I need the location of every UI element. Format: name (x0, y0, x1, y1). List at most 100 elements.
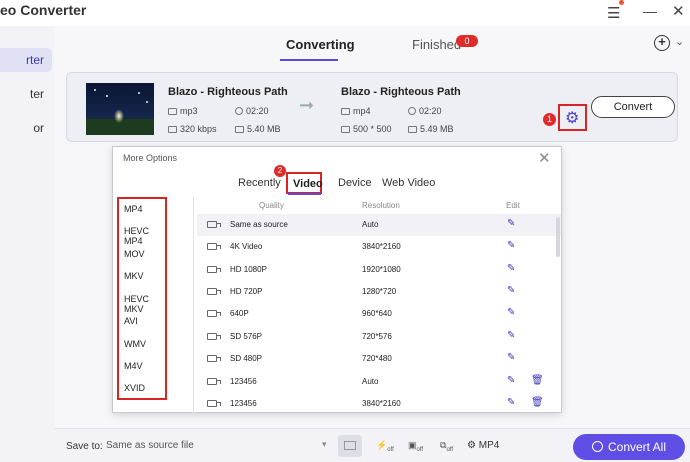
add-file-icon[interactable]: + (654, 35, 670, 51)
source-format-value: mp3 (180, 106, 198, 116)
format-list-highlight: MP4 HEVC MP4 MOV MKV HEVC MKV AVI WMV M4… (117, 197, 167, 400)
merge-toggle[interactable]: ⧉off (440, 440, 453, 453)
format-item-xvid[interactable]: XVID (124, 383, 145, 393)
table-row[interactable]: SD 480P 720*480 ✎ (197, 348, 561, 370)
open-folder-button[interactable] (338, 435, 362, 457)
format-item-hevc-mp4[interactable]: HEVC MP4 (124, 226, 165, 246)
minimize-icon[interactable]: — (643, 3, 657, 19)
chevron-down-icon[interactable]: ▾ (322, 439, 327, 450)
edit-icon[interactable]: ✎ (507, 240, 515, 251)
sidebar-item-3[interactable]: or (0, 116, 52, 140)
close-window-icon[interactable]: ✕ (672, 2, 685, 20)
row-resolution: 1280*720 (362, 287, 397, 296)
tab-finished[interactable]: Finished (412, 37, 461, 52)
tab-active-indicator (280, 59, 338, 61)
column-header-quality: Quality (259, 201, 284, 210)
source-duration: 02:20 (235, 106, 269, 116)
chevron-down-icon[interactable]: ⌄ (675, 35, 684, 48)
convert-all-label: Convert All (607, 440, 667, 454)
format-item-avi[interactable]: AVI (124, 316, 138, 326)
video-icon (207, 310, 221, 317)
edit-icon[interactable]: ✎ (507, 352, 515, 363)
trash-icon[interactable]: 🗑 (531, 375, 544, 386)
source-file-name: Blazo - Righteous Path (168, 86, 288, 98)
video-icon (207, 221, 221, 228)
tab-web-video[interactable]: Web Video (382, 177, 435, 189)
sidebar-item-converter[interactable]: rter (0, 48, 52, 72)
format-item-wmv[interactable]: WMV (124, 339, 146, 349)
step-marker-1: 1 (543, 113, 556, 126)
tab-video[interactable]: Video (293, 178, 323, 190)
gear-icon: ⚙ (467, 440, 476, 451)
gear-icon[interactable]: ⚙ (565, 108, 579, 128)
file-card: Blazo - Righteous Path mp3 02:20 320 kbp… (66, 72, 678, 142)
edit-icon[interactable]: ✎ (507, 218, 515, 229)
format-item-mp4[interactable]: MP4 (124, 204, 143, 214)
scrollbar[interactable] (556, 217, 560, 257)
source-bitrate-value: 320 kbps (180, 124, 217, 134)
target-duration: 02:20 (408, 106, 442, 116)
gpu-acceleration-toggle[interactable]: ⚡off (376, 440, 394, 453)
notification-dot (619, 0, 624, 5)
close-icon[interactable]: ✕ (538, 149, 551, 167)
target-format-value: mp4 (353, 106, 371, 116)
clock-icon (235, 107, 243, 115)
table-row[interactable]: HD 720P 1280*720 ✎ (197, 281, 561, 303)
menu-icon[interactable]: ☰ (607, 4, 620, 22)
output-format-button[interactable]: ⚙ MP4 (467, 440, 499, 451)
resolution-icon (341, 126, 350, 133)
table-row[interactable]: HD 1080P 1920*1080 ✎ (197, 259, 561, 281)
source-size: 5.40 MB (235, 124, 281, 134)
video-thumbnail[interactable] (86, 83, 154, 135)
edit-icon[interactable]: ✎ (507, 330, 515, 341)
convert-all-button[interactable]: Convert All (573, 434, 685, 460)
tool-state: off (387, 446, 394, 453)
row-resolution: 3840*2160 (362, 399, 401, 408)
table-row[interactable]: 123456 3840*2160 ✎ 🗑 (197, 393, 561, 413)
table-row[interactable]: 640P 960*640 ✎ (197, 303, 561, 325)
trash-icon[interactable]: 🗑 (531, 397, 544, 408)
folder-icon (344, 441, 356, 450)
divider (193, 197, 194, 414)
row-quality: SD 576P (230, 332, 263, 341)
row-quality: SD 480P (230, 354, 263, 363)
table-row[interactable]: 123456 Auto ✎ 🗑 (197, 371, 561, 393)
table-row[interactable]: Same as source Auto ✎ (197, 214, 561, 236)
settings-highlight: ⚙ (558, 104, 587, 131)
video-tab-highlight: Video (286, 172, 323, 194)
edit-icon[interactable]: ✎ (507, 263, 515, 274)
format-item-mkv[interactable]: MKV (124, 271, 144, 281)
format-item-hevc-mkv[interactable]: HEVC MKV (124, 294, 165, 314)
sidebar-item-2[interactable]: ter (0, 82, 52, 106)
tab-recently[interactable]: Recently (238, 177, 281, 189)
save-to-select[interactable]: Same as source file (106, 440, 194, 451)
edit-icon[interactable]: ✎ (507, 397, 515, 408)
output-format-label: MP4 (478, 440, 500, 451)
title-bar: eo Converter ☰ — ✕ (0, 0, 690, 26)
format-item-mov[interactable]: MOV (124, 249, 145, 259)
convert-icon (591, 441, 603, 452)
row-quality: HD 1080P (230, 265, 267, 274)
row-quality: Same as source (230, 220, 288, 229)
step-marker-2: 2 (274, 165, 286, 177)
source-duration-value: 02:20 (246, 106, 269, 116)
convert-button[interactable]: Convert (591, 96, 675, 118)
format-item-m4v[interactable]: M4V (124, 361, 143, 371)
tab-converting[interactable]: Converting (286, 37, 355, 52)
sidebar-item-label: rter (26, 53, 44, 67)
table-row[interactable]: 4K Video 3840*2160 ✎ (197, 236, 561, 258)
source-bitrate: 320 kbps (168, 124, 217, 134)
edit-icon[interactable]: ✎ (507, 285, 515, 296)
table-row[interactable]: SD 576P 720*576 ✎ (197, 326, 561, 348)
sidebar: rter ter or (0, 26, 54, 462)
sidebar-item-label: or (33, 121, 44, 135)
row-quality: 123456 (230, 399, 257, 408)
row-resolution: 3840*2160 (362, 242, 401, 251)
edit-icon[interactable]: ✎ (507, 307, 515, 318)
tab-device[interactable]: Device (338, 177, 372, 189)
edit-icon[interactable]: ✎ (507, 375, 515, 386)
hardware-toggle[interactable]: ▣off (408, 440, 423, 453)
tool-state: off (446, 446, 453, 453)
save-to-label: Save to: (66, 441, 103, 452)
bitrate-icon (168, 126, 177, 133)
